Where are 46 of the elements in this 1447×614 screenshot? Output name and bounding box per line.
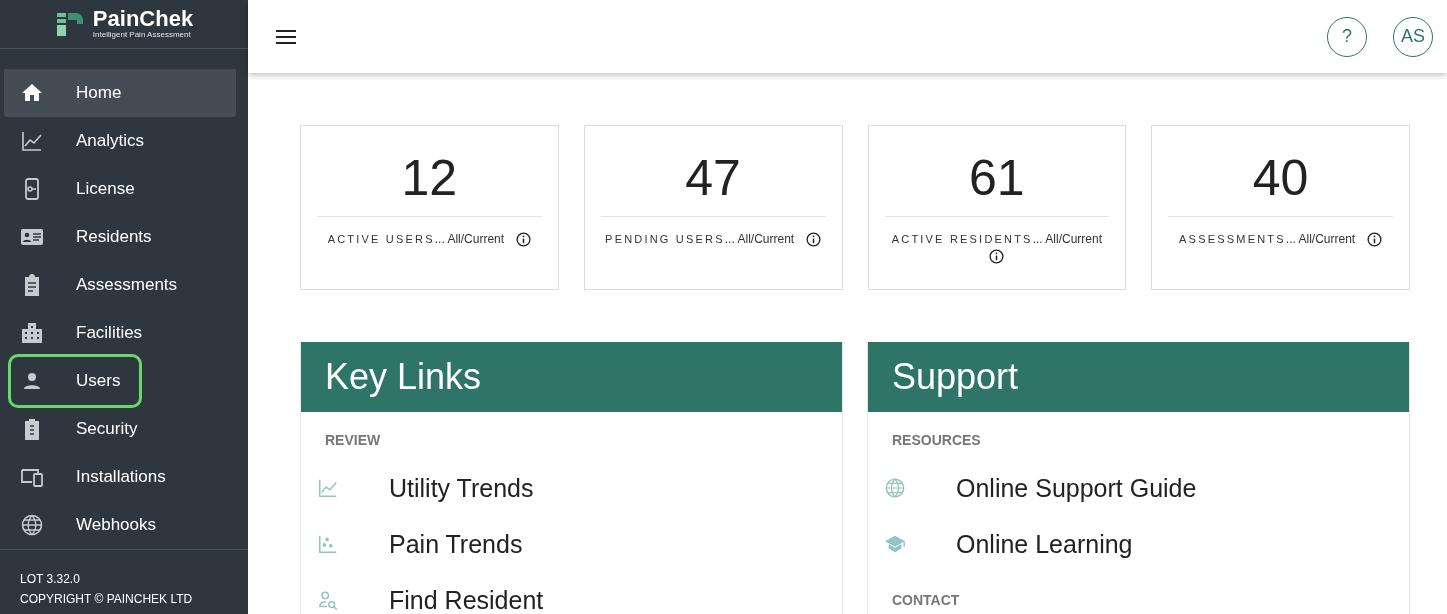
footer-text: COPYRIGHT © PAINCHEK LTD (20, 591, 194, 606)
stat-value: 61 (969, 149, 1025, 208)
panel-title: Key Links (301, 342, 842, 412)
stat-value: 12 (401, 149, 458, 208)
panel-link[interactable]: Find Resident (389, 585, 544, 614)
stat-label: ACTIVE RESIDENTS... All/Current (891, 231, 1103, 248)
sidebar-item[interactable]: Security (4, 404, 236, 453)
info-icon[interactable] (1367, 231, 1383, 247)
globe-icon (884, 477, 906, 499)
panel-title: Support (868, 342, 1409, 412)
globe-icon (20, 512, 44, 537)
building-icon (20, 320, 44, 345)
sidebar-item[interactable]: Analytics (4, 116, 236, 165)
person-search-icon (317, 589, 339, 611)
info-icon[interactable] (806, 231, 822, 247)
footer-text: LOT 3.32.0 (20, 571, 81, 586)
panel-link[interactable]: Utility Trends (389, 473, 534, 503)
section-heading: RESOURCES (891, 431, 982, 448)
sidebar-item[interactable]: Assessments (4, 260, 236, 309)
avatar-button[interactable]: AS (1393, 16, 1433, 57)
stat-label: PENDING USERS... All/Current (605, 231, 795, 248)
section-heading: CONTACT (891, 591, 961, 608)
info-icon[interactable] (516, 231, 532, 247)
sidebar-item[interactable]: Users (11, 356, 139, 405)
sidebar-item[interactable]: Residents (4, 212, 236, 261)
stat-value: 47 (685, 149, 741, 208)
sidebar-item[interactable]: Facilities (4, 308, 236, 357)
line-chart-icon (317, 477, 339, 499)
brand-name: PainChek (92, 8, 194, 31)
panel-link[interactable]: Pain Trends (389, 529, 523, 559)
stat-label: ASSESSMENTS... All/Current (1179, 231, 1356, 248)
info-icon[interactable] (989, 249, 1005, 264)
scatter-chart-icon (317, 533, 339, 555)
sidebar-item[interactable]: Webhooks (4, 500, 236, 549)
stat-label: ACTIVE USERS... All/Current (327, 231, 505, 248)
section-heading: REVIEW (324, 431, 382, 448)
stat-value: 40 (1252, 149, 1309, 208)
sidebar-item[interactable]: Installations (4, 452, 236, 501)
sidebar-item[interactable]: Home (4, 68, 236, 117)
graduation-cap-icon (884, 533, 906, 555)
panel-link[interactable]: Online Learning (956, 529, 1133, 559)
help-button[interactable]: ? (1327, 16, 1367, 57)
menu-icon[interactable] (276, 28, 296, 45)
sidebar-item[interactable]: License (4, 164, 236, 213)
panel-link[interactable]: Online Support Guide (956, 473, 1197, 503)
brand-tagline: Intelligent Pain Assessment (92, 30, 192, 40)
